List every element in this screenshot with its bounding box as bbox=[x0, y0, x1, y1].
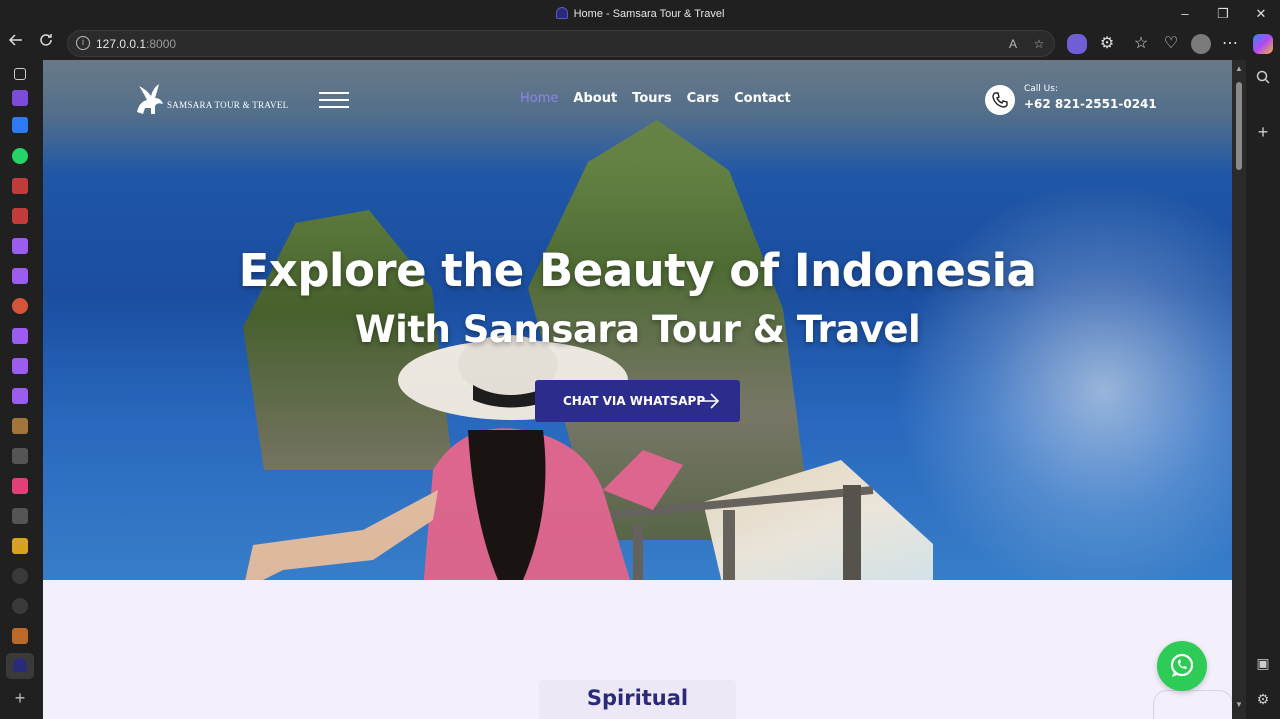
phone-icon bbox=[985, 85, 1015, 115]
suitcase-decoration bbox=[1153, 690, 1232, 719]
vertical-tabs-sidebar: + bbox=[0, 60, 42, 719]
tab-favicon-13[interactable] bbox=[12, 448, 28, 464]
settings-gear-icon[interactable]: ⚙ bbox=[1254, 690, 1272, 708]
nav-home[interactable]: Home bbox=[520, 91, 558, 106]
profile-avatar[interactable] bbox=[1191, 34, 1211, 54]
address-bar[interactable]: i 127.0.0.1:8000 A ☆ bbox=[67, 30, 1055, 57]
hero-title: Explore the Beauty of Indonesia bbox=[238, 244, 1037, 297]
browser-toolbar: i 127.0.0.1:8000 A ☆ ⚙ ☆ ♡ ⋯ bbox=[0, 28, 1280, 60]
right-sidebar: + ▣ ⚙ bbox=[1246, 60, 1280, 719]
menu-hamburger-button[interactable] bbox=[319, 92, 349, 108]
figma-tab-icon[interactable] bbox=[12, 388, 28, 404]
pegasus-logo-icon bbox=[137, 84, 163, 114]
scroll-up-icon[interactable]: ▲ bbox=[1235, 64, 1243, 73]
whatsapp-float-button[interactable] bbox=[1157, 641, 1207, 691]
url-text[interactable]: 127.0.0.1:8000 bbox=[96, 37, 176, 51]
favorite-star-icon[interactable]: ☆ bbox=[1030, 35, 1048, 53]
tab-favicon-8[interactable] bbox=[12, 298, 28, 314]
search-tab-icon[interactable] bbox=[12, 598, 28, 614]
browser-essentials-icon[interactable]: ♡ bbox=[1159, 32, 1183, 56]
hero-section: SAMSARA TOUR & TRAVEL Home About Tours C… bbox=[43, 60, 1232, 580]
favorites-icon[interactable]: ☆ bbox=[1129, 32, 1153, 56]
logo-text: SAMSARA TOUR & TRAVEL bbox=[167, 100, 289, 110]
screenshot-icon[interactable]: ▣ bbox=[1254, 654, 1272, 672]
window-title: Home - Samsara Tour & Travel bbox=[0, 7, 1280, 20]
tab-favicon-2[interactable] bbox=[12, 117, 28, 133]
page-scrollbar[interactable]: ▲ ▼ bbox=[1232, 60, 1246, 719]
site-favicon-icon bbox=[13, 658, 27, 672]
search-icon[interactable] bbox=[1254, 70, 1272, 88]
cta-label: CHAT VIA WHATSAPP bbox=[563, 394, 706, 408]
site-info-icon[interactable]: i bbox=[76, 36, 90, 50]
back-button[interactable] bbox=[4, 32, 28, 56]
search-tab-icon[interactable] bbox=[12, 568, 28, 584]
nav-cars[interactable]: Cars bbox=[687, 91, 719, 106]
arrow-right-icon bbox=[701, 393, 720, 409]
nav-tours[interactable]: Tours bbox=[632, 91, 671, 106]
tab-favicon-19[interactable] bbox=[12, 628, 28, 644]
add-sidebar-app-icon[interactable]: + bbox=[1254, 123, 1272, 141]
nav-about[interactable]: About bbox=[573, 91, 617, 106]
hamburger-line bbox=[319, 106, 349, 108]
main-nav: Home About Tours Cars Contact bbox=[520, 91, 791, 106]
restore-button[interactable]: ❐ bbox=[1208, 4, 1238, 24]
call-number[interactable]: +62 821-2551-0241 bbox=[1024, 97, 1157, 111]
page-viewport: SAMSARA TOUR & TRAVEL Home About Tours C… bbox=[43, 60, 1232, 719]
new-tab-plus-icon[interactable]: + bbox=[12, 689, 28, 707]
arrow-left-icon bbox=[8, 34, 22, 46]
copilot-icon[interactable] bbox=[1253, 34, 1273, 54]
chat-whatsapp-button[interactable]: CHAT VIA WHATSAPP bbox=[535, 380, 740, 422]
nav-contact[interactable]: Contact bbox=[734, 91, 791, 106]
figma-tab-icon[interactable] bbox=[12, 268, 28, 284]
site-favicon-icon bbox=[555, 7, 568, 19]
active-tab-highlight[interactable] bbox=[6, 653, 34, 679]
call-label: Call Us: bbox=[1024, 84, 1058, 94]
more-menu-icon[interactable]: ⋯ bbox=[1218, 32, 1242, 56]
figma-tab-icon[interactable] bbox=[12, 358, 28, 374]
tab-favicon-12[interactable] bbox=[12, 418, 28, 434]
section-title: Spiritual Journey bbox=[539, 680, 736, 719]
tab-favicon-1[interactable] bbox=[12, 90, 28, 106]
hero-subtitle: With Samsara Tour & Travel bbox=[354, 308, 921, 351]
tab-favicon-4[interactable] bbox=[12, 178, 28, 194]
tab-favicon-16[interactable] bbox=[12, 538, 28, 554]
site-logo[interactable]: SAMSARA TOUR & TRAVEL bbox=[133, 82, 288, 118]
call-us[interactable]: Call Us: +62 821-2551-0241 bbox=[985, 84, 1185, 118]
figma-tab-icon[interactable] bbox=[12, 478, 28, 494]
tab-title: Home - Samsara Tour & Travel bbox=[573, 8, 725, 20]
hamburger-line bbox=[319, 92, 349, 94]
figma-tab-icon[interactable] bbox=[12, 238, 28, 254]
whatsapp-tab-icon[interactable] bbox=[12, 148, 28, 164]
reload-icon bbox=[40, 34, 52, 46]
whatsapp-icon bbox=[1170, 653, 1194, 677]
tab-favicon-5[interactable] bbox=[12, 208, 28, 224]
hamburger-line bbox=[319, 99, 349, 101]
read-aloud-icon[interactable]: A bbox=[1004, 35, 1022, 53]
window-title-bar: Home - Samsara Tour & Travel – ❐ ✕ bbox=[0, 0, 1280, 28]
extensions-puzzle-icon[interactable]: ⚙ bbox=[1095, 32, 1119, 56]
minimize-button[interactable]: – bbox=[1170, 4, 1200, 24]
scrollbar-thumb[interactable] bbox=[1236, 82, 1242, 170]
scroll-down-icon[interactable]: ▼ bbox=[1235, 700, 1243, 709]
tab-favicon-15[interactable] bbox=[12, 508, 28, 524]
reload-button[interactable] bbox=[34, 32, 58, 56]
tab-actions-icon[interactable] bbox=[14, 68, 26, 80]
figma-tab-icon[interactable] bbox=[12, 328, 28, 344]
close-window-button[interactable]: ✕ bbox=[1246, 4, 1276, 24]
extension-game-icon[interactable] bbox=[1067, 34, 1087, 54]
